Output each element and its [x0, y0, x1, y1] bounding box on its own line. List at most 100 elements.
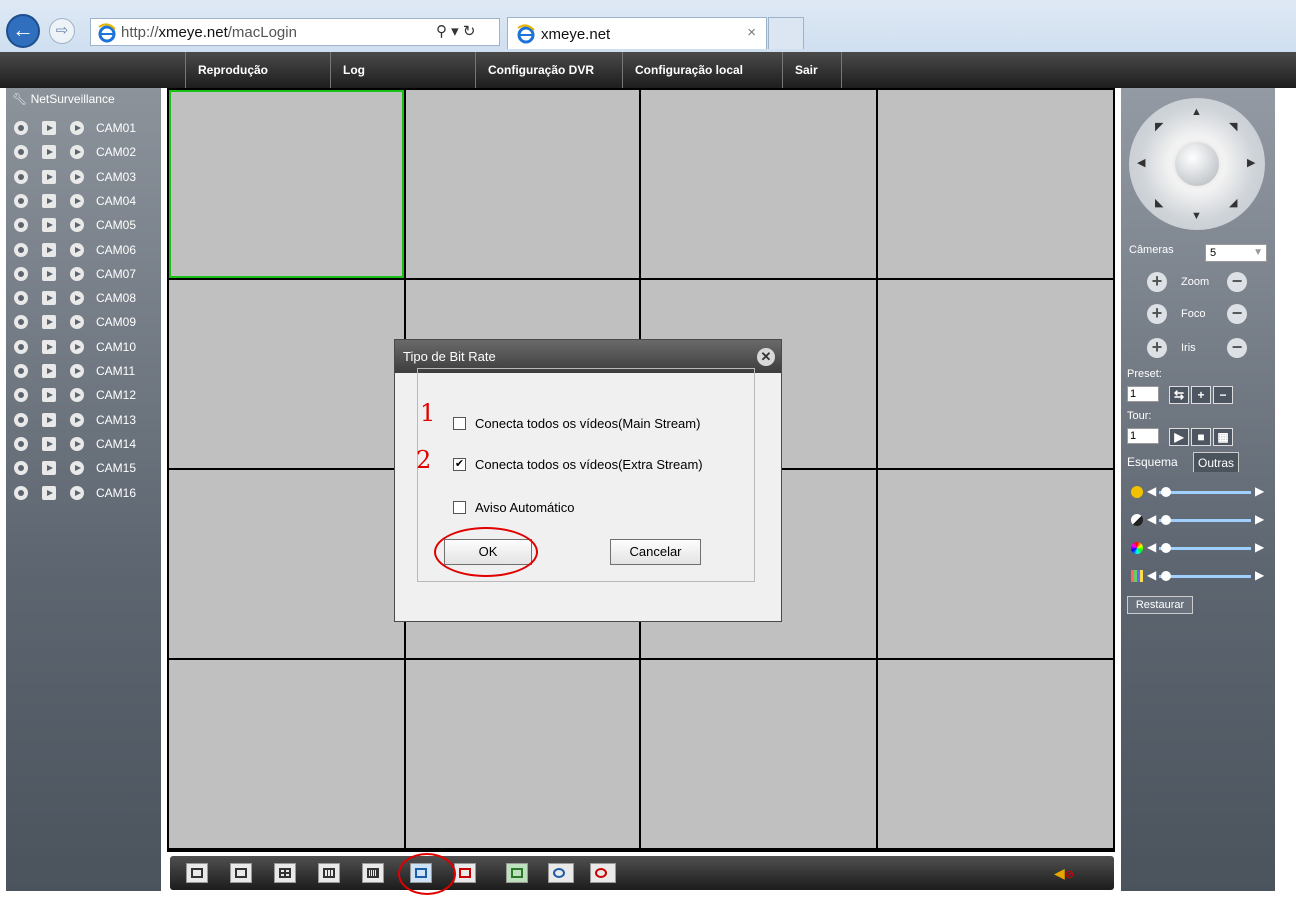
- menu-log[interactable]: Log: [330, 52, 475, 88]
- camera-item[interactable]: CAM10: [12, 335, 160, 359]
- camera-item[interactable]: CAM11: [12, 359, 160, 383]
- back-button[interactable]: ←: [6, 14, 40, 48]
- video-cell[interactable]: [641, 90, 876, 278]
- saturation-slider[interactable]: ◀ ▶: [1127, 540, 1271, 556]
- record-icon[interactable]: [14, 364, 28, 378]
- menu-configuracao-dvr[interactable]: Configuração DVR: [475, 52, 622, 88]
- stream-icon[interactable]: [42, 121, 56, 135]
- speaker-muted-icon[interactable]: ◀︎⊘: [1054, 865, 1074, 882]
- close-icon[interactable]: ×: [747, 24, 756, 41]
- record-icon[interactable]: [14, 339, 28, 354]
- snapshot-button[interactable]: [506, 863, 528, 883]
- play-icon[interactable]: [70, 388, 84, 403]
- camera-item[interactable]: CAM07: [12, 262, 160, 286]
- slider-right-icon[interactable]: ▶: [1255, 568, 1264, 582]
- auto-warning-checkbox[interactable]: [453, 501, 466, 514]
- stream-icon[interactable]: [42, 485, 56, 500]
- preset-remove-button[interactable]: −: [1213, 386, 1233, 404]
- ptz-left-icon[interactable]: ◀: [1137, 156, 1145, 169]
- cancel-button[interactable]: Cancelar: [610, 539, 701, 565]
- tab-outras[interactable]: Outras: [1193, 452, 1240, 472]
- tour-input[interactable]: 1: [1127, 428, 1159, 444]
- video-cell[interactable]: [878, 280, 1113, 468]
- slider-knob[interactable]: [1161, 515, 1171, 525]
- contrast-slider[interactable]: ◀ ▶: [1127, 512, 1271, 528]
- menu-sair[interactable]: Sair: [782, 52, 842, 88]
- camera-item[interactable]: CAM02: [12, 140, 160, 164]
- slider-track[interactable]: [1159, 575, 1251, 578]
- video-cell[interactable]: [406, 660, 639, 848]
- camera-item[interactable]: CAM08: [12, 286, 160, 310]
- close-icon[interactable]: ✕: [757, 348, 775, 366]
- ptz-up-icon[interactable]: ▲: [1191, 106, 1202, 118]
- extra-stream-checkbox[interactable]: ✔: [453, 458, 466, 471]
- camera-item[interactable]: CAM05: [12, 213, 160, 237]
- camera-item[interactable]: CAM12: [12, 383, 160, 407]
- slider-left-icon[interactable]: ◀: [1147, 540, 1156, 554]
- record-icon[interactable]: [14, 485, 28, 500]
- stream-icon[interactable]: [42, 218, 56, 233]
- camera-item[interactable]: CAM01: [12, 116, 160, 140]
- play-icon[interactable]: [70, 461, 84, 476]
- slider-right-icon[interactable]: ▶: [1255, 512, 1264, 526]
- slider-track[interactable]: [1159, 519, 1251, 522]
- play-icon[interactable]: [70, 169, 84, 184]
- play-icon[interactable]: [70, 145, 84, 160]
- video-cell[interactable]: [878, 660, 1113, 848]
- record-icon[interactable]: [14, 436, 28, 451]
- ptz-up-left-icon[interactable]: ◤: [1155, 120, 1163, 133]
- record-icon[interactable]: [14, 315, 28, 330]
- record-stop-button[interactable]: [590, 863, 616, 883]
- tour-grid-button[interactable]: ▦: [1213, 428, 1233, 446]
- zoom-in-button[interactable]: +: [1147, 272, 1167, 292]
- camera-item[interactable]: CAM14: [12, 432, 160, 456]
- preset-goto-button[interactable]: ⇆: [1169, 386, 1189, 404]
- record-icon[interactable]: [14, 242, 28, 257]
- record-icon[interactable]: [14, 388, 28, 403]
- camera-item[interactable]: CAM04: [12, 189, 160, 213]
- iris-close-button[interactable]: −: [1227, 338, 1247, 358]
- play-icon[interactable]: [70, 266, 84, 281]
- slider-knob[interactable]: [1161, 543, 1171, 553]
- record-icon[interactable]: [14, 169, 28, 184]
- play-icon[interactable]: [70, 121, 84, 135]
- forward-button[interactable]: ⇨: [49, 18, 75, 44]
- main-stream-label[interactable]: Conecta todos os vídeos(Main Stream): [475, 416, 700, 431]
- slider-knob[interactable]: [1161, 571, 1171, 581]
- camera-item[interactable]: CAM09: [12, 310, 160, 334]
- stream-icon[interactable]: [42, 315, 56, 330]
- record-icon[interactable]: [14, 193, 28, 208]
- slider-left-icon[interactable]: ◀: [1147, 568, 1156, 582]
- preset-input[interactable]: 1: [1127, 386, 1159, 402]
- fullscreen-button[interactable]: [186, 863, 208, 883]
- video-cell[interactable]: [406, 90, 639, 278]
- stream-icon[interactable]: [42, 364, 56, 378]
- extra-stream-label[interactable]: Conecta todos os vídeos(Extra Stream): [475, 457, 703, 472]
- stream-icon[interactable]: [42, 436, 56, 451]
- play-icon[interactable]: [70, 315, 84, 330]
- device-root[interactable]: 🔧︎ NetSurveillance: [12, 92, 115, 106]
- video-cell[interactable]: [878, 470, 1113, 658]
- slider-right-icon[interactable]: ▶: [1255, 484, 1264, 498]
- record-icon[interactable]: [14, 461, 28, 476]
- layout-4-button[interactable]: [274, 863, 296, 883]
- stream-icon[interactable]: [42, 242, 56, 257]
- close-all-video-button[interactable]: [454, 863, 476, 883]
- camera-item[interactable]: CAM06: [12, 238, 160, 262]
- focus-out-button[interactable]: −: [1227, 304, 1247, 324]
- stream-icon[interactable]: [42, 388, 56, 403]
- search-refresh-controls[interactable]: ⚲ ▾ ↻: [436, 22, 475, 40]
- iris-open-button[interactable]: +: [1147, 338, 1167, 358]
- record-icon[interactable]: [14, 121, 28, 135]
- ptz-direction-pad[interactable]: ▲ ▼ ◀ ▶ ◤ ◥ ◣ ◢: [1129, 98, 1265, 230]
- video-cell[interactable]: [878, 90, 1113, 278]
- browser-tab[interactable]: xmeye.net ×: [507, 17, 767, 49]
- tour-play-button[interactable]: ▶: [1169, 428, 1189, 446]
- play-icon[interactable]: [70, 242, 84, 257]
- record-start-button[interactable]: [548, 863, 574, 883]
- play-icon[interactable]: [70, 339, 84, 354]
- layout-9-button[interactable]: [318, 863, 340, 883]
- tab-esquema[interactable]: Esquema: [1123, 452, 1182, 472]
- camera-item[interactable]: CAM16: [12, 481, 160, 505]
- stream-icon[interactable]: [42, 266, 56, 281]
